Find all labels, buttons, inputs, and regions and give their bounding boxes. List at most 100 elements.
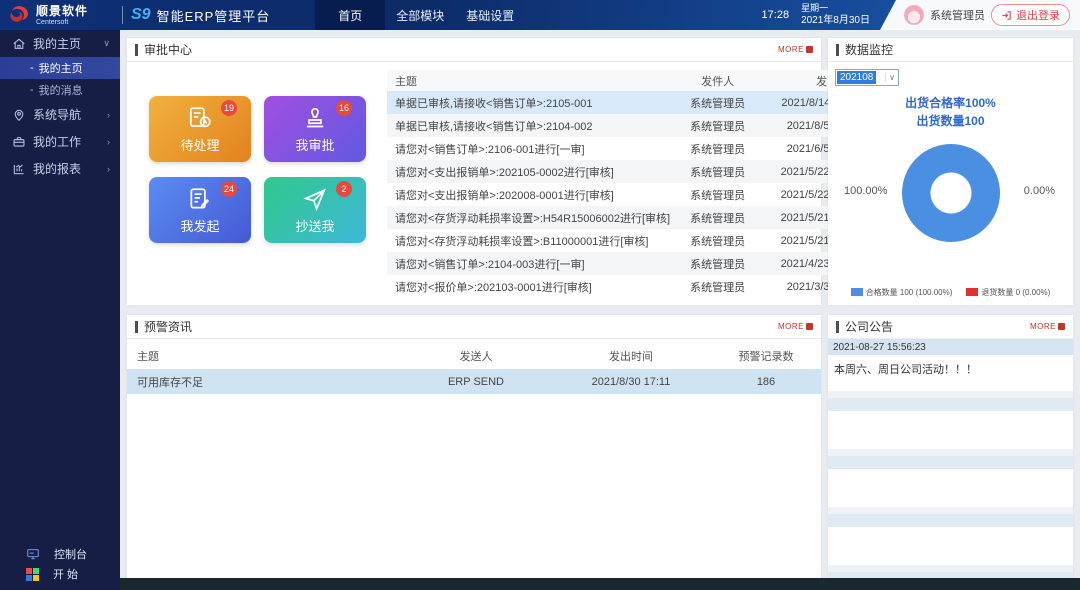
nav-tab-basic-settings[interactable]: 基础设置: [455, 0, 525, 30]
chevron-right-icon: ›: [107, 110, 110, 120]
cell-sender: 系统管理员: [670, 233, 765, 249]
table-row[interactable]: 单据已审核,请接收<销售订单>:2104-002 系统管理员 2021/8/5 …: [387, 114, 870, 137]
user-avatar[interactable]: [904, 5, 924, 25]
table-row[interactable]: 请您对<存货浮动耗损率设置>:H54R15006002进行[审核] 系统管理员 …: [387, 206, 870, 229]
sidebar-footer: 控制台 开 始: [0, 544, 120, 584]
more-icon: [1058, 323, 1065, 330]
table-row[interactable]: 请您对<报价单>:202103-0001进行[审核] 系统管理员 2021/3/…: [387, 275, 870, 298]
logout-label: 退出登录: [1016, 7, 1060, 23]
period-select[interactable]: 202108 ∨: [835, 69, 899, 86]
pass-rate-text: 出货合格率100%: [828, 94, 1073, 112]
tile-label: 我发起: [180, 216, 219, 235]
cell-sender: 系统管理员: [670, 95, 765, 111]
panel-header: 审批中心 MORE: [127, 38, 821, 62]
tile-label: 我审批: [295, 135, 334, 154]
clock-weekday: 星期一: [801, 3, 870, 15]
announcement-date: [828, 398, 1073, 411]
tile-label: 待处理: [180, 135, 219, 154]
sidebar-subitem-my-home[interactable]: - 我的主页: [0, 57, 120, 79]
console-label: 控制台: [54, 546, 87, 562]
chevron-down-icon: ∨: [885, 73, 898, 82]
table-row[interactable]: 请您对<销售订单>:2104-003进行[一审] 系统管理员 2021/4/23…: [387, 252, 870, 275]
announcement-date: 2021-08-27 15:56:23: [828, 339, 1073, 355]
logout-button[interactable]: 退出登录: [991, 4, 1070, 26]
cell-sender: 系统管理员: [670, 210, 765, 226]
donut-chart: 100.00% 0.00%: [828, 130, 1073, 280]
announcement-date: [828, 514, 1073, 527]
tile-badge: 24: [221, 181, 237, 197]
table-row[interactable]: 单据已审核,请接收<销售订单>:2105-001 系统管理员 2021/8/14…: [387, 91, 870, 114]
alerts-panel: 预警资讯 MORE 主题 发送人 发出时间 预警记录数 可用库存不足 ERP S…: [127, 315, 821, 578]
donut-ring: [902, 144, 1000, 242]
sidebar-item-my-work[interactable]: 我的工作 ›: [0, 128, 120, 155]
cell-sender: ERP SEND: [401, 376, 551, 388]
donut-right-label: 0.00%: [1024, 185, 1055, 197]
announcement-item[interactable]: 2021-08-27 15:56:23 本周六、周日公司活动！！！: [828, 339, 1073, 391]
header-accent: [135, 44, 138, 56]
col-time: 发出时间: [551, 348, 711, 364]
brand-swirl-icon: [7, 4, 31, 26]
more-link[interactable]: MORE: [1030, 322, 1065, 331]
chevron-down-icon: ∨: [103, 38, 110, 49]
announcement-content: [828, 411, 1073, 449]
nav-tab-all-modules[interactable]: 全部模块: [385, 0, 455, 30]
announcement-item-empty: [828, 514, 1073, 565]
more-link[interactable]: MORE: [778, 322, 813, 331]
user-name: 系统管理员: [930, 7, 985, 23]
console-button[interactable]: 控制台: [0, 544, 120, 564]
sidebar-item-system-nav[interactable]: 系统导航 ›: [0, 101, 120, 128]
approval-center-panel: 审批中心 MORE 待处理 19: [127, 38, 821, 305]
sidebar-subitem-label: 我的主页: [39, 60, 83, 76]
tile-label: 抄送我: [295, 216, 334, 235]
panel-title: 数据监控: [845, 41, 893, 58]
tile-i-initiated[interactable]: 我发起 24: [149, 177, 251, 243]
cell-subject: 请您对<存货浮动耗损率设置>:H54R15006002进行[审核]: [387, 210, 670, 226]
home-icon: [12, 37, 26, 51]
panel-title: 公司公告: [845, 318, 893, 335]
table-row[interactable]: 请您对<支出报销单>:202008-0001进行[审核] 系统管理员 2021/…: [387, 183, 870, 206]
table-row[interactable]: 请您对<支出报销单>:202105-0002进行[审核] 系统管理员 2021/…: [387, 160, 870, 183]
cell-subject: 单据已审核,请接收<销售订单>:2104-002: [387, 118, 670, 134]
sidebar-subitem-label: 我的消息: [39, 82, 83, 98]
announcement-item-empty: [828, 398, 1073, 449]
cell-subject: 单据已审核,请接收<销售订单>:2105-001: [387, 95, 670, 111]
cell-sender: 系统管理员: [670, 164, 765, 180]
message-table: 主题 发件人 发出时间 单据已审核,请接收<销售订单>:2105-001 系统管…: [387, 70, 881, 298]
sidebar-item-my-home[interactable]: 我的主页 ∨: [0, 30, 120, 57]
table-header-row: 主题 发件人 发出时间: [387, 70, 870, 91]
sidebar-item-label: 我的主页: [33, 35, 81, 52]
more-link[interactable]: MORE: [778, 45, 813, 54]
chart-legend: 合格数量 100 (100.00%) 退货数量 0 (0.00%): [828, 287, 1073, 298]
sidebar-item-label: 我的工作: [33, 133, 81, 150]
tile-i-approve[interactable]: 我审批 16: [264, 96, 366, 162]
clock-time: 17:28: [762, 9, 790, 21]
panel-title: 审批中心: [144, 41, 192, 58]
document-edit-icon: [187, 186, 213, 212]
table-row[interactable]: 请您对<存货浮动耗损率设置>:B11000001进行[审核] 系统管理员 202…: [387, 229, 870, 252]
panel-title: 预警资讯: [144, 318, 192, 335]
cell-record-count: 186: [711, 376, 821, 388]
app-title: 智能ERP管理平台: [157, 6, 271, 25]
cell-sender: 系统管理员: [670, 118, 765, 134]
donut-left-label: 100.00%: [844, 185, 887, 197]
panel-header: 公司公告 MORE: [828, 315, 1073, 339]
nav-tab-home[interactable]: 首页: [315, 0, 385, 30]
announcement-content: 本周六、周日公司活动！！！: [828, 355, 1073, 391]
tile-badge: 2: [336, 181, 352, 197]
col-sender: 发件人: [670, 73, 765, 89]
alert-row[interactable]: 可用库存不足 ERP SEND 2021/8/30 17:11 186: [127, 369, 821, 394]
header-accent: [836, 321, 839, 333]
sidebar-subitem-my-messages[interactable]: - 我的消息: [0, 79, 120, 101]
tile-cc-me[interactable]: 抄送我 2: [264, 177, 366, 243]
sidebar-item-my-reports[interactable]: 我的报表 ›: [0, 155, 120, 182]
table-row[interactable]: 请您对<销售订单>:2106-001进行[一审] 系统管理员 2021/6/5 …: [387, 137, 870, 160]
announcement-content: [828, 527, 1073, 565]
start-button[interactable]: 开 始: [0, 564, 120, 584]
product-logo: S9: [131, 6, 151, 24]
tile-pending[interactable]: 待处理 19: [149, 96, 251, 162]
cell-subject: 请您对<存货浮动耗损率设置>:B11000001进行[审核]: [387, 233, 670, 249]
brand-text: 顺景软件 Centersoft: [36, 5, 88, 26]
clock-date: 星期一 2021年8月30日: [801, 3, 870, 28]
cell-sender: 系统管理员: [670, 279, 765, 295]
tile-badge: 16: [336, 100, 352, 116]
